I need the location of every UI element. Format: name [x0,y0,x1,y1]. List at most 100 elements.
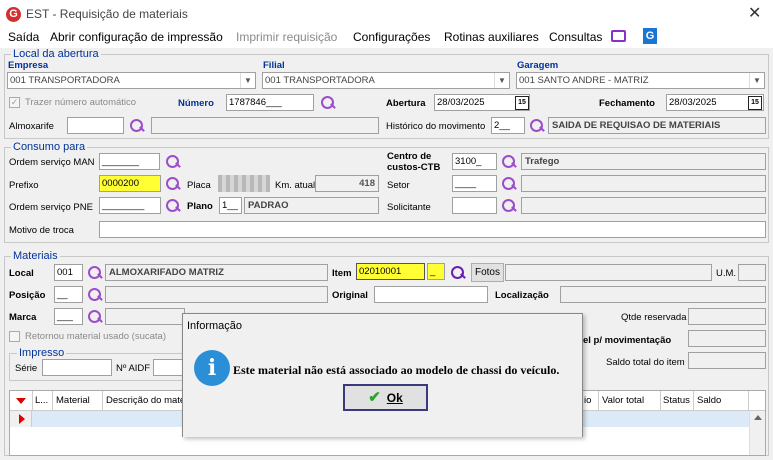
dialog-title: Informação [187,320,243,332]
um-value [738,264,766,281]
info-icon: i [194,350,230,386]
almoxarife-label: Almoxarife [9,121,54,132]
col-valor-total[interactable]: Valor total [602,395,644,406]
grid-scrollbar[interactable] [749,411,765,455]
aidf-label: Nº AIDF [116,363,151,374]
retornou-checkbox[interactable] [9,331,20,342]
dialog-message: Este material não está associado ao mode… [233,363,560,377]
ordem-pne-input[interactable]: ________ [99,197,161,214]
menu-abrir-config-impressao[interactable]: Abrir configuração de impressão [50,30,223,44]
ordem-man-label: Ordem serviço MAN [9,157,95,168]
solicitante-desc [521,197,766,214]
ok-label: Ok [386,391,403,405]
info-dialog: Informação i Este material não está asso… [182,313,583,437]
menu-consultas[interactable]: Consultas [549,30,602,44]
col-saldo[interactable]: Saldo [697,395,721,406]
marca-input[interactable]: ___ [54,308,83,325]
sort-down-icon[interactable] [16,398,26,404]
local-desc: ALMOXARIFADO MATRIZ [105,264,328,281]
ok-button[interactable]: ✔ Ok [343,384,428,411]
prefixo-label: Prefixo [9,180,39,191]
calendar-icon[interactable]: 15 [748,96,762,110]
search-icon[interactable] [165,176,181,192]
col-status[interactable]: Status [663,395,690,406]
search-icon[interactable] [501,198,517,214]
calendar-icon[interactable]: 15 [515,96,529,110]
prefixo-input[interactable]: 0000200 [99,175,161,192]
col-material[interactable]: Material [56,395,90,406]
marca-desc [105,308,185,325]
setor-input[interactable]: ____ [452,175,497,192]
motivo-input[interactable] [99,221,766,238]
current-row-arrow-icon [19,414,25,424]
search-icon[interactable] [129,118,145,134]
centro-desc: Trafego [521,153,766,170]
col-descricao[interactable]: Descrição do mate [106,395,185,406]
trazer-numero-checkbox[interactable]: ✓ [9,97,20,108]
group-title-materiais: Materiais [11,250,60,262]
monitor-icon[interactable] [611,30,626,42]
centro-label-2: custos-CTB [387,162,441,173]
app-logo-icon: G [6,7,21,22]
motivo-label: Motivo de troca [9,225,74,236]
local-code-input[interactable]: 001 [54,264,83,281]
search-icon[interactable] [87,287,103,303]
plano-code-input[interactable]: 1__ [219,197,242,214]
km-label: Km. atual [275,180,316,191]
item-label: Item [332,268,352,279]
localizacao-value [560,286,766,303]
window-title: EST - Requisição de materiais [26,7,188,21]
aidf-input[interactable] [153,359,183,376]
search-icon[interactable] [529,118,545,134]
original-input[interactable] [374,286,488,303]
garagem-label: Garagem [517,60,559,71]
scroll-up-icon[interactable] [754,415,762,420]
search-icon[interactable] [450,265,466,281]
menu-configuracoes[interactable]: Configurações [353,30,430,44]
setor-label: Setor [387,180,410,191]
garagem-value: 001 SANTO ANDRE - MATRIZ [519,75,649,86]
help-g-icon[interactable]: G [643,28,657,44]
original-label: Original [332,290,368,301]
centro-label-1: Centro de [387,151,432,162]
search-icon[interactable] [501,176,517,192]
placa-label: Placa [187,180,211,191]
search-icon[interactable] [165,198,181,214]
solicitante-input[interactable] [452,197,497,214]
centro-code-input[interactable]: 3100_ [452,153,497,170]
um-label: U.M. [716,268,737,279]
historico-code-input[interactable]: 2__ [491,117,525,134]
search-icon[interactable] [165,154,181,170]
saldo-total-label: Saldo total do item [606,357,685,368]
filial-value: 001 TRANSPORTADORA [265,75,375,86]
menu-rotinas-auxiliares[interactable]: Rotinas auxiliares [444,30,539,44]
historico-desc: SAIDA DE REQUISAO DE MATERIAIS [548,117,766,134]
checkmark-icon: ✔ [368,389,381,406]
empresa-select[interactable]: 001 TRANSPORTADORA ▼ [7,72,256,89]
search-icon[interactable] [501,154,517,170]
col-io[interactable]: io [584,395,591,406]
item-sub-input[interactable]: _ [427,263,445,280]
menu-saida[interactable]: Saída [8,30,39,44]
numero-label: Número [178,98,214,109]
ordem-man-input[interactable]: _______ [99,153,160,170]
saldo-total-value [688,352,766,369]
search-icon[interactable] [87,265,103,281]
movimentacao-value [688,330,766,347]
filial-label: Filial [263,60,285,71]
close-icon[interactable]: ✕ [748,3,761,23]
serie-input[interactable] [42,359,112,376]
item-code-input[interactable]: 02010001 [356,263,425,280]
filial-select[interactable]: 001 TRANSPORTADORA ▼ [262,72,510,89]
posicao-input[interactable]: __ [54,286,83,303]
garagem-select[interactable]: 001 SANTO ANDRE - MATRIZ ▼ [516,72,765,89]
numero-input[interactable]: 1787846___ [226,94,314,111]
fotos-button[interactable]: Fotos [471,263,504,282]
posicao-label: Posição [9,290,46,301]
search-icon[interactable] [87,309,103,325]
almoxarife-input[interactable] [67,117,124,134]
historico-label: Histórico do movimento [386,121,486,132]
empresa-label: Empresa [8,60,49,71]
search-icon[interactable] [320,95,336,111]
col-l[interactable]: L... [35,395,48,406]
